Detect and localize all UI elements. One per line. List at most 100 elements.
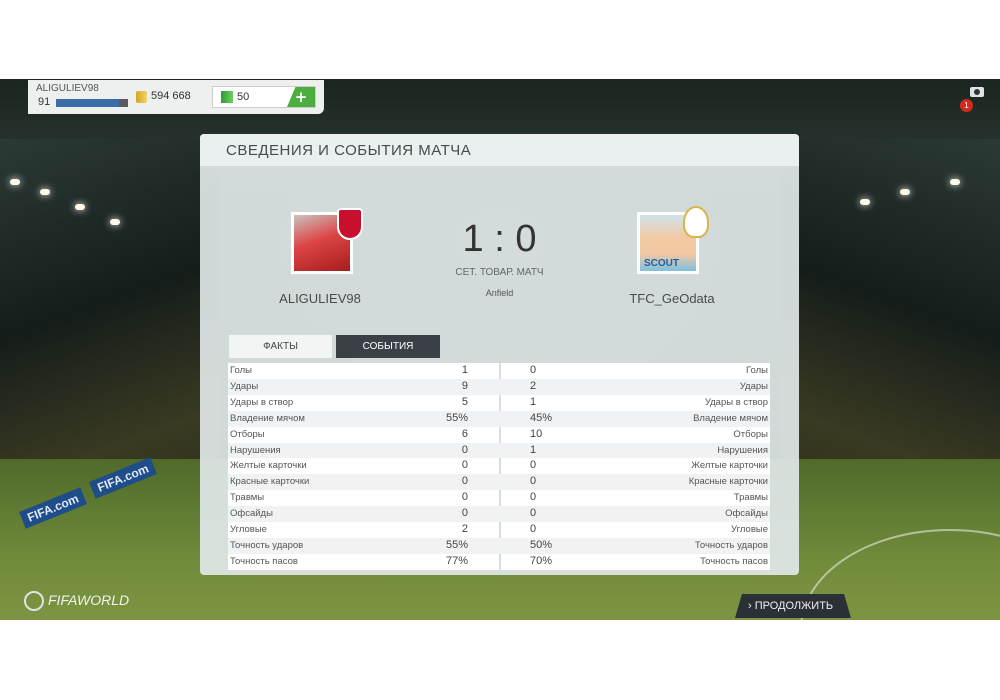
page-title: СВЕДЕНИЯ И СОБЫТИЯ МАТЧА xyxy=(226,142,472,159)
stat-value-home: 0 xyxy=(461,507,468,520)
stat-value-away: 0 xyxy=(530,475,537,488)
xp-progress-track xyxy=(119,99,128,107)
home-team-name: ALIGULIEV98 xyxy=(279,291,361,306)
table-row: Желтые карточки 0 0 Желтые карточки xyxy=(228,458,770,474)
table-row: Точность ударов 55% 50% Точность ударов xyxy=(228,537,770,554)
stat-label-away: Желтые карточки xyxy=(691,460,768,472)
stat-label-home: Удары в створ xyxy=(230,396,294,408)
stat-label-home: Владение мячом xyxy=(230,412,305,424)
add-points-button[interactable]: + xyxy=(287,87,315,107)
table-row: Красные карточки 0 0 Красные карточки xyxy=(228,474,770,491)
ea-logo-icon xyxy=(24,591,44,611)
stat-label-away: Владение мячом xyxy=(693,412,768,424)
continue-label: ПРОДОЛЖИТЬ xyxy=(754,600,834,612)
stat-label-away: Голы xyxy=(746,365,768,376)
table-row: Нарушения 0 1 Нарушения xyxy=(228,442,770,459)
coins-icon xyxy=(136,91,147,103)
stat-value-away: 0 xyxy=(530,364,537,376)
stat-value-away: 1 xyxy=(530,395,537,408)
table-row: Удары в створ 5 1 Удары в створ xyxy=(228,395,770,411)
stat-label-home: Отборы xyxy=(230,428,265,440)
table-row: Владение мячом 55% 45% Владение мячом xyxy=(228,410,770,427)
tab-facts[interactable]: ФАКТЫ xyxy=(229,335,332,358)
stat-value-away: 45% xyxy=(530,411,553,424)
stat-value-away: 2 xyxy=(530,379,537,392)
stats-table: Голы 1 0 Голы Удары 9 2 Удары Удары в створ 5 1 Уда… xyxy=(228,363,770,570)
stat-label-away: Точность пасов xyxy=(700,555,768,567)
stat-label-home: Красные карточки xyxy=(230,476,310,488)
stat-value-home: 0 xyxy=(461,475,468,488)
user-level: 91 xyxy=(38,96,51,108)
stat-value-home: 55% xyxy=(445,538,468,551)
stat-value-home: 1 xyxy=(461,364,468,376)
stat-value-home: 55% xyxy=(445,411,468,424)
match-type: СЕТ. ТОВАР. МАТЧ xyxy=(455,267,544,278)
stat-value-home: 5 xyxy=(461,395,468,408)
stat-label-home: Угловые xyxy=(230,524,267,535)
table-row: Офсайды 0 0 Офсайды xyxy=(228,506,770,522)
stat-label-away: Точность ударов xyxy=(694,539,768,551)
stat-label-away: Офсайды xyxy=(725,508,768,520)
stadium-light xyxy=(900,189,910,195)
stat-label-away: Нарушения xyxy=(717,444,768,456)
stadium-light xyxy=(75,204,85,210)
table-row: Удары 9 2 Удары xyxy=(228,378,770,395)
camera-icon[interactable] xyxy=(970,87,984,97)
stat-value-home: 0 xyxy=(461,459,468,472)
stat-value-away: 0 xyxy=(530,523,537,535)
stadium-light xyxy=(10,179,20,185)
stat-value-home: 0 xyxy=(461,491,468,504)
stat-value-away: 0 xyxy=(530,491,537,504)
stadium-light xyxy=(860,199,870,205)
stat-value-away: 0 xyxy=(530,507,537,520)
points-box: 50 + xyxy=(212,86,316,108)
tab-events[interactable]: СОБЫТИЯ xyxy=(336,335,440,358)
stat-value-away: 10 xyxy=(530,427,543,440)
stadium-light xyxy=(950,179,960,185)
user-bar: ALIGULIEV98 91 594 668 50 + xyxy=(28,80,324,114)
stat-label-away: Травмы xyxy=(733,492,768,504)
stat-label-away: Угловые xyxy=(731,524,768,535)
stat-label-home: Удары xyxy=(230,380,259,392)
stat-value-away: 50% xyxy=(530,538,553,551)
stadium-light xyxy=(40,189,50,195)
match-score: 1 : 0 xyxy=(462,218,537,260)
stat-label-home: Травмы xyxy=(230,492,265,504)
real-madrid-crest-icon xyxy=(683,206,709,238)
xp-progress-bar xyxy=(56,99,120,107)
continue-button[interactable]: › ПРОДОЛЖИТЬ xyxy=(735,594,851,618)
scout-label: SCOUT xyxy=(644,258,679,269)
stat-value-home: 9 xyxy=(461,379,468,392)
table-row: Травмы 0 0 Травмы xyxy=(228,490,770,506)
stat-label-away: Красные карточки xyxy=(688,476,768,488)
stat-value-home: 77% xyxy=(445,554,468,567)
stadium-light xyxy=(110,219,120,225)
stat-label-home: Голы xyxy=(230,365,252,376)
points-icon xyxy=(221,91,233,103)
stat-label-away: Удары xyxy=(739,380,768,392)
stat-label-home: Точность пасов xyxy=(230,555,298,567)
stat-label-home: Желтые карточки xyxy=(230,460,307,472)
stat-label-away: Отборы xyxy=(733,428,768,440)
table-row: Угловые 2 0 Угловые xyxy=(228,522,770,538)
stat-value-home: 6 xyxy=(461,427,468,440)
table-row: Точность пасов 77% 70% Точность пасов xyxy=(228,554,770,570)
stat-value-home: 0 xyxy=(461,443,468,456)
stat-label-home: Офсайды xyxy=(230,508,273,520)
away-team-name: TFC_GeOdata xyxy=(629,291,715,306)
chevron-right-icon: › xyxy=(748,600,752,612)
coins-value: 594 668 xyxy=(151,90,191,102)
stadium-name: Anfield xyxy=(485,288,514,298)
stat-value-home: 2 xyxy=(461,523,468,535)
liverpool-crest-icon xyxy=(337,208,363,240)
stat-label-home: Нарушения xyxy=(230,444,281,456)
table-row: Голы 1 0 Голы xyxy=(228,363,770,379)
table-row: Отборы 6 10 Отборы xyxy=(228,427,770,443)
username: ALIGULIEV98 xyxy=(36,83,99,94)
panel-header: СВЕДЕНИЯ И СОБЫТИЯ МАТЧА xyxy=(200,134,799,166)
stat-label-home: Точность ударов xyxy=(230,539,304,551)
stat-value-away: 70% xyxy=(530,554,553,567)
stat-value-away: 1 xyxy=(530,443,537,456)
stat-value-away: 0 xyxy=(530,459,537,472)
notification-badge[interactable]: 1 xyxy=(960,99,973,112)
